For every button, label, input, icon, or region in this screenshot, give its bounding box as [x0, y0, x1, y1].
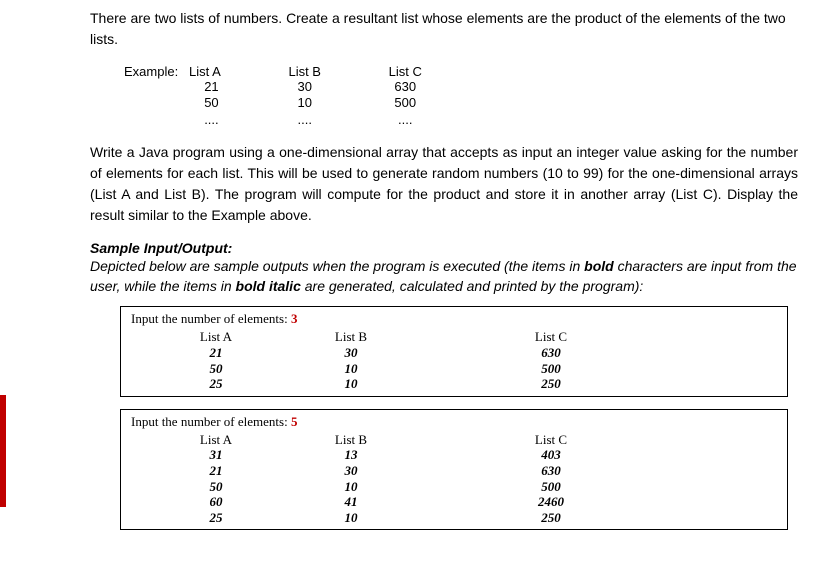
example-val: 500: [389, 95, 422, 111]
example-label: Example:: [124, 64, 178, 79]
sample-cell: 250: [501, 510, 601, 526]
sample-cell: 21: [131, 345, 301, 361]
sample-table: List A List B List C 3113 403 2130 630 501…: [131, 432, 611, 526]
sample-cell: 630: [501, 463, 601, 479]
sample-input-value: 5: [291, 414, 298, 429]
example-col-a: Example: List A 21 50 ....: [124, 64, 221, 128]
sample-cell: 630: [501, 345, 601, 361]
sample-head-c: List C: [501, 432, 601, 448]
sample-cell: 50: [131, 361, 301, 377]
sample-box-2: Input the number of elements: 5 List A L…: [120, 409, 788, 531]
sample-cell: 25: [131, 376, 301, 392]
example-head-b: List B: [288, 64, 321, 79]
example-val: 10: [288, 95, 321, 111]
sample-cell: 10: [301, 510, 401, 526]
sample-cell: 50: [131, 479, 301, 495]
sample-table: List A List B List C 2130 630 5010 500 251…: [131, 329, 611, 391]
sample-head-b: List B: [301, 329, 401, 345]
sample-cell: 30: [301, 345, 401, 361]
sample-prompt: Input the number of elements: 5: [131, 414, 777, 430]
example-col-c: List C 630 500 ....: [389, 64, 422, 128]
sample-cell: 500: [501, 361, 601, 377]
sample-io-title: Sample Input/Output:: [90, 240, 798, 256]
sample-head-a: List A: [131, 432, 301, 448]
example-col-b: List B 30 10 ....: [288, 64, 321, 128]
sample-cell: 10: [301, 479, 401, 495]
sample-cell: 403: [501, 447, 601, 463]
example-val: 50: [202, 95, 221, 111]
sample-cell: 25: [131, 510, 301, 526]
sample-cell: 250: [501, 376, 601, 392]
sample-cell: 31: [131, 447, 301, 463]
intro-paragraph: There are two lists of numbers. Create a…: [90, 8, 798, 50]
sample-box-1: Input the number of elements: 3 List A L…: [120, 306, 788, 396]
sample-head-c: List C: [501, 329, 601, 345]
example-val: 630: [389, 79, 422, 95]
sample-prompt: Input the number of elements: 3: [131, 311, 777, 327]
example-head-c: List C: [389, 64, 422, 79]
example-block: Example: List A 21 50 .... List B 30 10 …: [90, 64, 798, 128]
sample-cell: 2460: [501, 494, 601, 510]
document-page: There are two lists of numbers. Create a…: [0, 0, 828, 530]
sample-head-b: List B: [301, 432, 401, 448]
sample-cell: 500: [501, 479, 601, 495]
example-val: ....: [389, 112, 422, 128]
sample-cell: 60: [131, 494, 301, 510]
sample-input-value: 3: [291, 311, 298, 326]
sample-cell: 21: [131, 463, 301, 479]
instructions-paragraph: Write a Java program using a one-dimensi…: [90, 142, 798, 226]
example-head-a: List A: [189, 64, 221, 79]
sample-cell: 13: [301, 447, 401, 463]
example-val: 30: [288, 79, 321, 95]
example-val: 21: [202, 79, 221, 95]
sample-cell: 41: [301, 494, 401, 510]
annotation-bar: [0, 395, 6, 507]
example-val: ....: [202, 112, 221, 128]
sample-head-a: List A: [131, 329, 301, 345]
sample-cell: 30: [301, 463, 401, 479]
sample-cell: 10: [301, 361, 401, 377]
sample-io-description: Depicted below are sample outputs when t…: [90, 256, 798, 297]
sample-cell: 10: [301, 376, 401, 392]
example-val: ....: [288, 112, 321, 128]
